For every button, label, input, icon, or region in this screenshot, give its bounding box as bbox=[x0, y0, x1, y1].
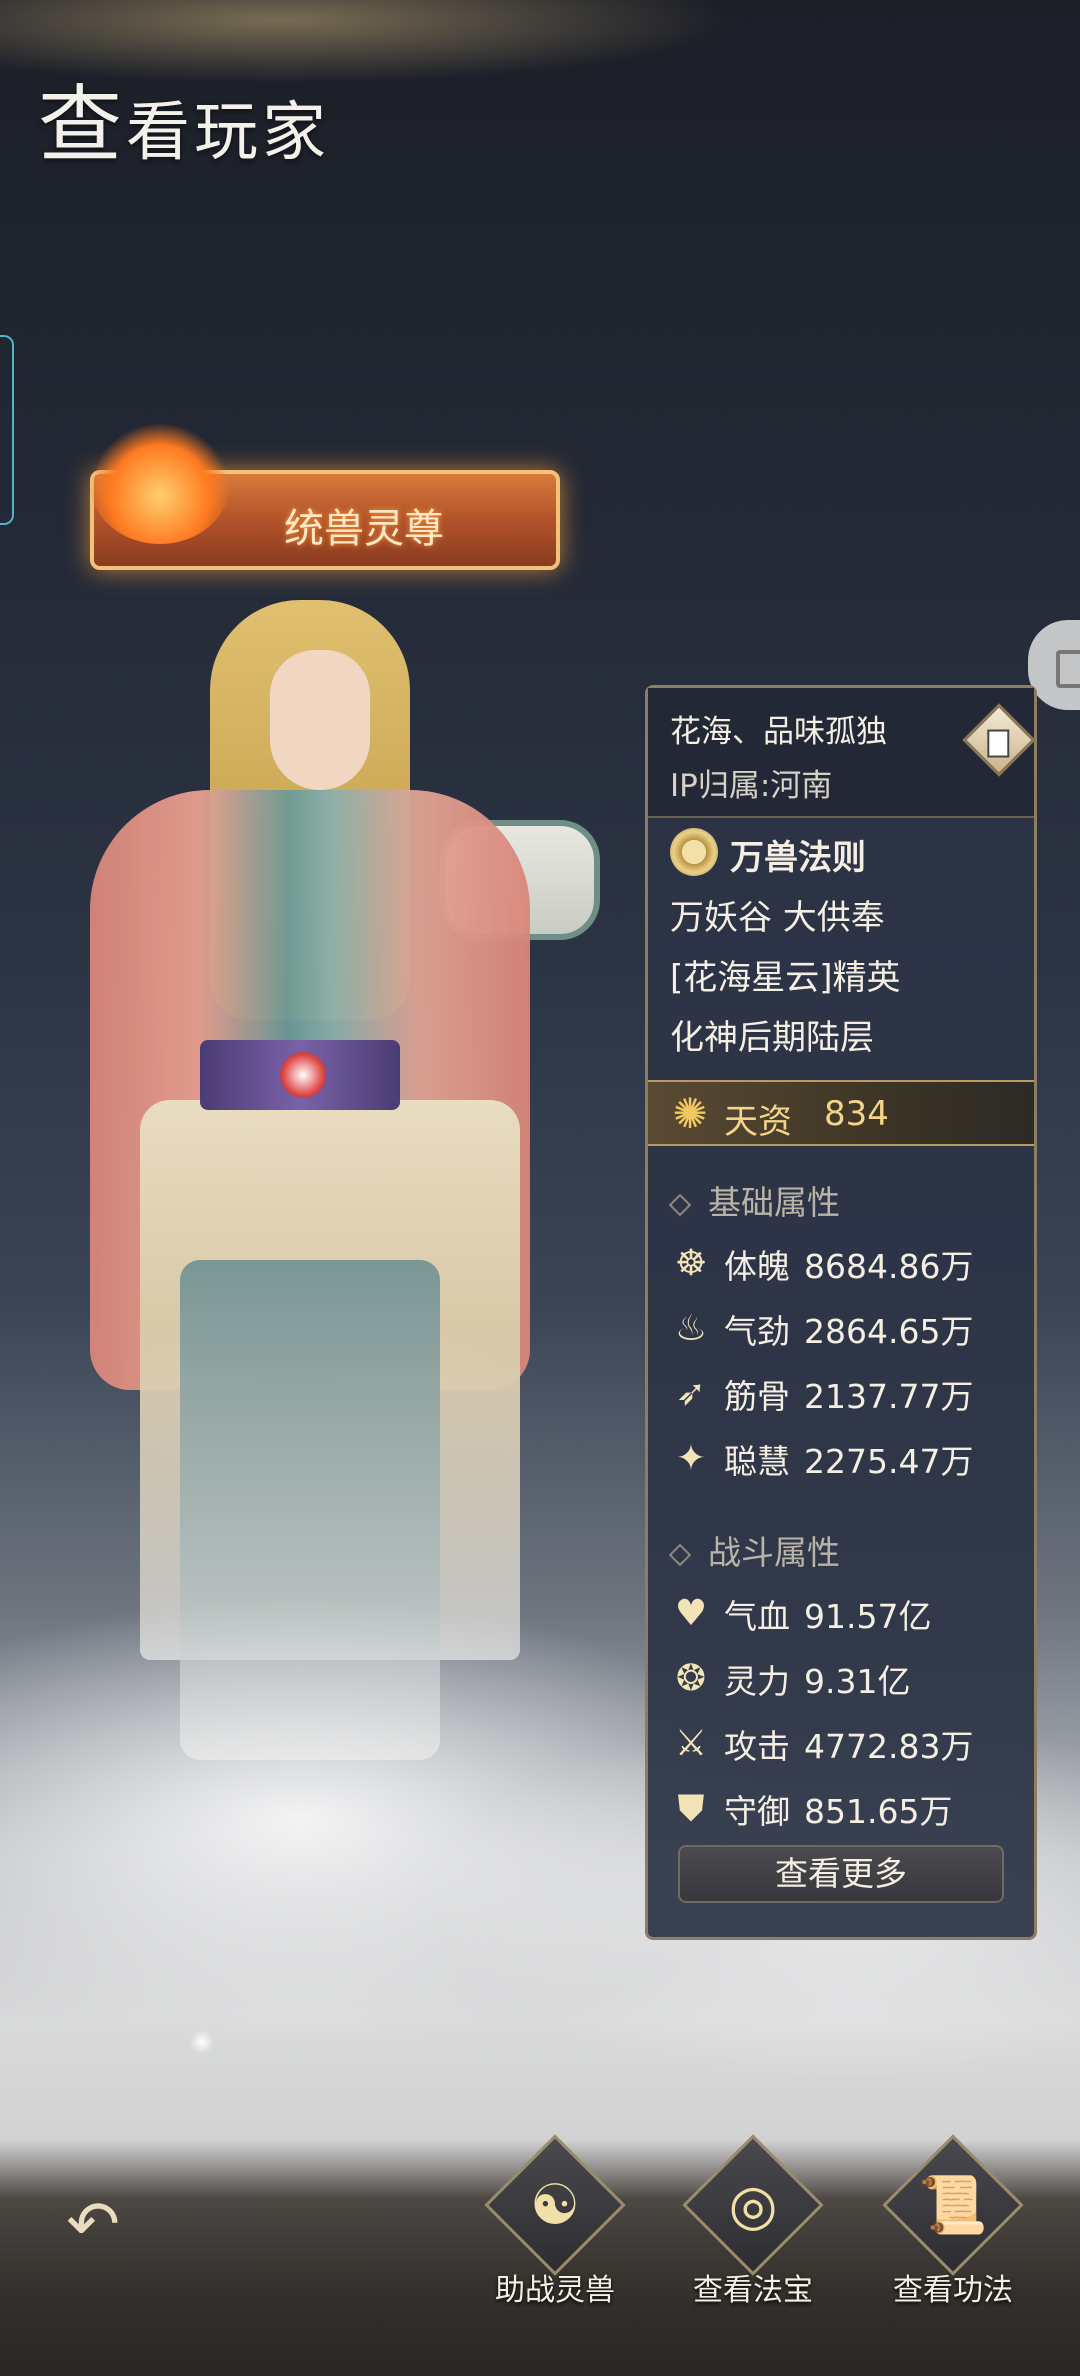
stat-name: 气血 bbox=[724, 1597, 790, 1636]
battle-attributes-title: 战斗属性 bbox=[668, 1526, 840, 1574]
player-info-panel: 花海、品味孤独 IP归属:河南 万兽法则 万妖谷 大供奉 [花海星云]精英 化神… bbox=[645, 685, 1037, 1940]
phoenix-icon bbox=[90, 424, 230, 544]
view-skill-button[interactable]: 📜 查看功法 bbox=[868, 2134, 1038, 2315]
stat-row-wisdom: ✦ 聪慧 2275.47万 bbox=[670, 1435, 974, 1485]
left-edge-tab[interactable] bbox=[0, 335, 14, 525]
flame-swirl-icon: ♨ bbox=[674, 1308, 708, 1349]
stat-row-physique: ☸ 体魄 8684.86万 bbox=[670, 1240, 974, 1290]
stat-row-spirit: ❂ 灵力 9.31亿 bbox=[670, 1655, 911, 1705]
scroll-book-icon: 📜 bbox=[918, 2173, 988, 2238]
shield-icon: ⛊ bbox=[677, 1788, 705, 1829]
stat-name: 攻击 bbox=[724, 1727, 790, 1766]
page-title-first-char: 查 bbox=[38, 76, 127, 174]
sparkle-icon: ✦ bbox=[675, 1438, 707, 1479]
view-more-button[interactable]: 查看更多 bbox=[678, 1845, 1004, 1903]
stat-name: 灵力 bbox=[724, 1662, 790, 1701]
view-skill-label: 查看功法 bbox=[893, 2273, 1013, 2308]
stat-row-bones: ➶ 筋骨 2137.77万 bbox=[670, 1370, 974, 1420]
player-law: 万兽法则 bbox=[730, 838, 866, 878]
battle-attributes-title-text: 战斗属性 bbox=[708, 1533, 840, 1572]
stat-name: 体魄 bbox=[724, 1247, 790, 1286]
page-title: 查看玩家 bbox=[38, 58, 330, 179]
law-emblem-icon bbox=[670, 828, 718, 876]
view-treasure-button[interactable]: ◎ 查看法宝 bbox=[668, 2134, 838, 2315]
base-attributes-title: 基础属性 bbox=[668, 1176, 840, 1224]
player-guild: [花海星云]精英 bbox=[670, 958, 901, 998]
talent-value: 834 bbox=[824, 1094, 889, 1134]
assist-beast-button[interactable]: ☯ 助战灵兽 bbox=[470, 2134, 640, 2315]
stat-row-attack: ⚔ 攻击 4772.83万 bbox=[670, 1720, 974, 1770]
talent-bar: ✺ 天资 834 bbox=[648, 1080, 1034, 1146]
stat-value: 2275.47万 bbox=[804, 1442, 974, 1481]
talent-label: 天资 bbox=[724, 1102, 792, 1142]
pouch-icon: ☯ bbox=[529, 2173, 581, 2238]
title-banner-text: 统兽灵尊 bbox=[284, 506, 444, 552]
stat-row-defense: ⛊ 守御 851.65万 bbox=[670, 1785, 952, 1835]
stat-row-vigor: ♨ 气劲 2864.65万 bbox=[670, 1305, 974, 1355]
back-arrow-icon[interactable]: ↶ bbox=[48, 2185, 138, 2265]
page-title-rest: 看玩家 bbox=[126, 96, 331, 170]
stat-name: 聪慧 bbox=[724, 1442, 790, 1481]
stat-name: 守御 bbox=[724, 1792, 790, 1831]
feather-icon: ➶ bbox=[675, 1373, 707, 1414]
copy-icon[interactable] bbox=[962, 703, 1036, 777]
diamond-icon bbox=[668, 1193, 692, 1216]
spirit-flame-icon: ❂ bbox=[675, 1658, 707, 1699]
stat-value: 4772.83万 bbox=[804, 1727, 974, 1766]
sunburst-icon: ✺ bbox=[672, 1089, 708, 1138]
diamond-icon bbox=[668, 1543, 692, 1566]
character-belt bbox=[200, 1040, 400, 1110]
sparkle-icon bbox=[190, 2030, 214, 2054]
stat-value: 2137.77万 bbox=[804, 1377, 974, 1416]
heart-icon: ♥ bbox=[674, 1593, 708, 1634]
character-face bbox=[270, 650, 370, 790]
stat-value: 9.31亿 bbox=[804, 1662, 911, 1701]
title-banner: 统兽灵尊 bbox=[90, 424, 560, 570]
player-name: 花海、品味孤独 bbox=[670, 714, 887, 750]
ip-location: IP归属:河南 bbox=[670, 768, 833, 804]
crossed-swords-icon: ⚔ bbox=[674, 1723, 708, 1764]
player-sect: 万妖谷 大供奉 bbox=[670, 898, 885, 938]
stat-name: 气劲 bbox=[724, 1312, 790, 1351]
stat-value: 2864.65万 bbox=[804, 1312, 974, 1351]
stat-row-hp: ♥ 气血 91.57亿 bbox=[670, 1590, 932, 1640]
view-treasure-label: 查看法宝 bbox=[693, 2273, 813, 2308]
stat-name: 筋骨 bbox=[724, 1377, 790, 1416]
stat-value: 8684.86万 bbox=[804, 1247, 974, 1286]
meditation-icon: ☸ bbox=[674, 1243, 708, 1284]
stat-value: 91.57亿 bbox=[804, 1597, 932, 1636]
stat-value: 851.65万 bbox=[804, 1792, 953, 1831]
panel-header: 花海、品味孤独 IP归属:河南 bbox=[648, 688, 1036, 818]
base-attributes-title-text: 基础属性 bbox=[708, 1183, 840, 1222]
swirl-cloud-icon: ◎ bbox=[728, 2173, 778, 2238]
player-realm: 化神后期陆层 bbox=[670, 1018, 874, 1058]
assist-beast-label: 助战灵兽 bbox=[495, 2273, 615, 2308]
